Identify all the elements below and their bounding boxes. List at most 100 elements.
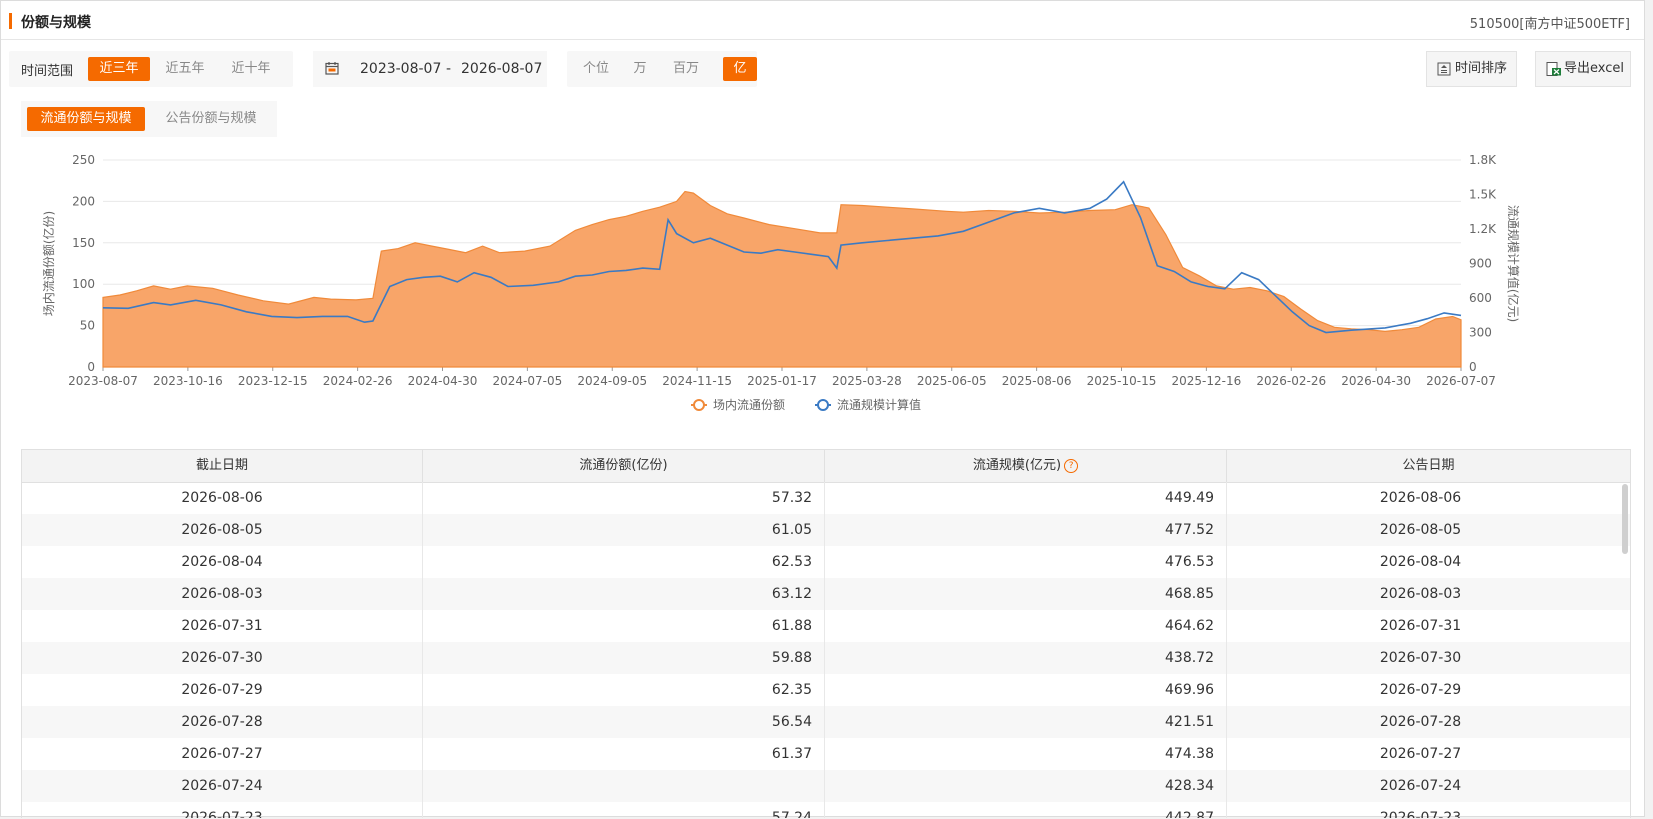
export-label: 导出excel bbox=[1564, 61, 1624, 76]
x-tick-label: 2024-09-05 bbox=[577, 374, 647, 388]
cell-cutoff-date: 2026-07-27 bbox=[22, 738, 423, 770]
share-scale-table: 截止日期 流通份额(亿份) 流通规模(亿元)? 公告日期 2026-08-06 5… bbox=[21, 449, 1631, 818]
cell-share: 61.37 bbox=[423, 738, 825, 770]
start-date[interactable]: 2023-08-07 bbox=[360, 61, 441, 77]
table-row[interactable]: 2026-08-03 63.12 468.85 2026-08-03 bbox=[22, 578, 1630, 610]
cell-share: 57.24 bbox=[423, 802, 825, 818]
table-row[interactable]: 2026-08-06 57.32 449.49 2026-08-06 bbox=[22, 482, 1630, 514]
cell-cutoff-date: 2026-07-23 bbox=[22, 802, 423, 818]
x-tick-label: 2025-06-05 bbox=[917, 374, 987, 388]
panel-title: 份额与规模 bbox=[21, 15, 91, 31]
share-type-tabs: 流通份额与规模 公告份额与规模 bbox=[21, 101, 277, 137]
tab-circulating[interactable]: 流通份额与规模 bbox=[27, 107, 145, 131]
x-tick-label: 2025-03-28 bbox=[832, 374, 902, 388]
panel-header: 份额与规模 510500[南方中证500ETF] bbox=[1, 1, 1644, 40]
cell-announce-date: 2026-07-28 bbox=[1379, 714, 1462, 730]
sort-icon bbox=[1437, 62, 1451, 76]
cell-cutoff-date: 2026-08-04 bbox=[22, 546, 423, 578]
cell-share bbox=[423, 770, 825, 802]
table-row[interactable]: 2026-07-29 62.35 469.96 2026-07-29 bbox=[22, 674, 1630, 706]
cell-announce-date: 2026-08-05 bbox=[1379, 522, 1462, 538]
date-separator: - bbox=[446, 61, 452, 77]
cell-scale: 477.52 bbox=[825, 514, 1227, 546]
share-scale-chart: 0 50 100 150 200 250 0 300 600 900 1.2K 1.5K 1.8K 202… bbox=[41, 153, 1521, 412]
cell-share: 61.05 bbox=[423, 514, 825, 546]
cell-announce-date: 2026-07-30 bbox=[1379, 650, 1462, 666]
table-row[interactable]: 2026-07-23 57.24 442.87 2026-07-23 bbox=[22, 802, 1630, 818]
title-accent-bar bbox=[9, 13, 12, 29]
legend-scale-label: 流通规模计算值 bbox=[837, 397, 921, 412]
header-cutoff-date[interactable]: 截止日期 bbox=[22, 450, 423, 482]
right-tick-label: 900 bbox=[1469, 257, 1492, 271]
right-axis-label: 流通规模计算值(亿元) bbox=[1506, 205, 1521, 322]
right-tick-label: 600 bbox=[1469, 291, 1492, 305]
table-header: 截止日期 流通份额(亿份) 流通规模(亿元)? 公告日期 bbox=[22, 450, 1630, 483]
x-tick-label: 2025-10-15 bbox=[1087, 374, 1157, 388]
cell-cutoff-date: 2026-07-30 bbox=[22, 642, 423, 674]
cell-share: 62.53 bbox=[423, 546, 825, 578]
table-row[interactable]: 2026-07-30 59.88 438.72 2026-07-30 bbox=[22, 642, 1630, 674]
cell-share: 57.32 bbox=[423, 482, 825, 514]
x-tick-label: 2026-07-07 bbox=[1426, 374, 1496, 388]
time-sort-label: 时间排序 bbox=[1455, 61, 1508, 76]
range-10y-button[interactable]: 近十年 bbox=[222, 57, 280, 81]
cell-scale: 421.51 bbox=[825, 706, 1227, 738]
cell-cutoff-date: 2026-08-03 bbox=[22, 578, 423, 610]
header-circulating-share[interactable]: 流通份额(亿份) bbox=[423, 450, 825, 482]
x-tick-label: 2024-11-15 bbox=[662, 374, 732, 388]
cell-announce-date: 2026-07-31 bbox=[1379, 618, 1462, 634]
x-tick-label: 2026-04-30 bbox=[1341, 374, 1411, 388]
table-row[interactable]: 2026-07-31 61.88 464.62 2026-07-31 bbox=[22, 610, 1630, 642]
cell-scale: 474.38 bbox=[825, 738, 1227, 770]
cell-share: 61.88 bbox=[423, 610, 825, 642]
left-tick-label: 50 bbox=[80, 319, 95, 333]
export-excel-button[interactable]: 导出excel bbox=[1535, 51, 1631, 87]
date-range-picker[interactable]: 2023-08-07 - 2026-08-07 bbox=[313, 51, 547, 87]
cell-cutoff-date: 2026-08-05 bbox=[22, 514, 423, 546]
end-date[interactable]: 2026-08-07 bbox=[461, 61, 542, 77]
x-tick-label: 2023-10-16 bbox=[153, 374, 223, 388]
time-sort-button[interactable]: 时间排序 bbox=[1426, 51, 1517, 87]
cell-share: 63.12 bbox=[423, 578, 825, 610]
unit-wan-button[interactable]: 万 bbox=[623, 57, 657, 81]
cell-cutoff-date: 2026-08-06 bbox=[22, 482, 423, 514]
table-row[interactable]: 2026-08-05 61.05 477.52 2026-08-05 bbox=[22, 514, 1630, 546]
table-row[interactable]: 2026-07-28 56.54 421.51 2026-07-28 bbox=[22, 706, 1630, 738]
cell-scale: 468.85 bbox=[825, 578, 1227, 610]
unit-million-button[interactable]: 百万 bbox=[663, 57, 709, 81]
x-tick-label: 2026-02-26 bbox=[1256, 374, 1326, 388]
right-tick-label: 1.2K bbox=[1469, 222, 1497, 236]
range-5y-button[interactable]: 近五年 bbox=[156, 57, 214, 81]
tab-announced[interactable]: 公告份额与规模 bbox=[151, 107, 271, 131]
cell-scale: 442.87 bbox=[825, 802, 1227, 818]
cell-cutoff-date: 2026-07-24 bbox=[22, 770, 423, 802]
cell-cutoff-date: 2026-07-29 bbox=[22, 674, 423, 706]
table-row[interactable]: 2026-07-24 428.34 2026-07-24 bbox=[22, 770, 1630, 802]
left-tick-label: 100 bbox=[72, 277, 95, 291]
unit-ones-button[interactable]: 个位 bbox=[575, 57, 617, 81]
cell-share: 56.54 bbox=[423, 706, 825, 738]
cell-announce-date: 2026-07-23 bbox=[1379, 810, 1462, 818]
table-row[interactable]: 2026-08-04 62.53 476.53 2026-08-04 bbox=[22, 546, 1630, 578]
header-circulating-scale[interactable]: 流通规模(亿元)? bbox=[825, 450, 1227, 482]
cell-scale: 438.72 bbox=[825, 642, 1227, 674]
cell-announce-date: 2026-07-24 bbox=[1379, 778, 1462, 794]
calendar-icon bbox=[325, 62, 339, 75]
table-row[interactable]: 2026-07-27 61.37 474.38 2026-07-27 bbox=[22, 738, 1630, 770]
cell-share: 62.35 bbox=[423, 674, 825, 706]
right-tick-label: 0 bbox=[1469, 360, 1477, 374]
left-tick-label: 0 bbox=[87, 360, 95, 374]
cell-scale: 449.49 bbox=[825, 482, 1227, 514]
table-scrollbar[interactable] bbox=[1622, 484, 1628, 554]
header-announce-date[interactable]: 公告日期 bbox=[1227, 450, 1630, 482]
range-3y-button[interactable]: 近三年 bbox=[88, 57, 150, 81]
x-tick-label: 2025-12-16 bbox=[1172, 374, 1242, 388]
excel-icon bbox=[1546, 62, 1561, 76]
left-tick-label: 200 bbox=[72, 194, 95, 208]
unit-yi-button[interactable]: 亿 bbox=[723, 57, 757, 81]
x-tick-label: 2025-08-06 bbox=[1002, 374, 1072, 388]
help-icon[interactable]: ? bbox=[1064, 458, 1079, 473]
cell-announce-date: 2026-08-03 bbox=[1379, 586, 1462, 602]
right-tick-label: 1.5K bbox=[1469, 188, 1497, 202]
cell-cutoff-date: 2026-07-31 bbox=[22, 610, 423, 642]
